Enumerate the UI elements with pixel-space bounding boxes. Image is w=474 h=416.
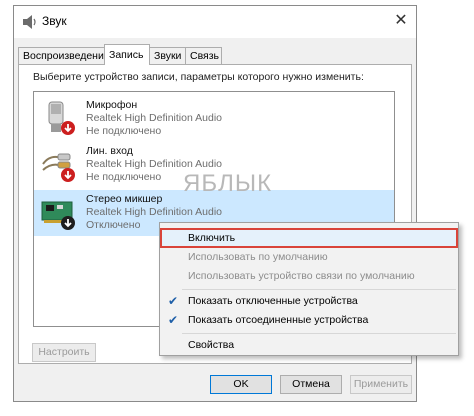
menu-item-enable[interactable]: Включить	[160, 228, 458, 248]
device-driver: Realtek High Definition Audio	[86, 112, 222, 124]
menu-item-set-default[interactable]: Использовать по умолчанию	[160, 247, 458, 267]
context-menu: Включить Использовать по умолчанию Испол…	[159, 222, 459, 356]
tab-recording[interactable]: Запись	[104, 44, 150, 65]
instruction-text: Выберите устройство записи, параметры ко…	[33, 71, 364, 83]
menu-separator	[182, 333, 456, 334]
device-status: Не подключено	[86, 125, 162, 137]
menu-separator	[182, 289, 456, 290]
device-name: Стерео микшер	[86, 193, 163, 205]
ok-button[interactable]: OK	[210, 375, 272, 394]
device-name: Микрофон	[86, 99, 138, 111]
microphone-icon	[48, 101, 75, 135]
check-icon: ✔	[168, 313, 179, 327]
line-in-icon	[42, 153, 75, 182]
menu-item-set-default-comm[interactable]: Использовать устройство связи по умолчан…	[160, 266, 458, 286]
menu-item-show-disconnected[interactable]: ✔ Показать отсоединенные устройства	[160, 310, 458, 330]
tab-communications[interactable]: Связь	[185, 47, 222, 64]
device-status: Не подключено	[86, 171, 162, 183]
speaker-icon	[23, 15, 36, 29]
menu-item-properties[interactable]: Свойства	[160, 335, 458, 355]
device-microphone[interactable]: Микрофон Realtek High Definition Audio Н…	[34, 96, 394, 142]
cancel-button[interactable]: Отмена	[280, 375, 342, 394]
configure-button[interactable]: Настроить	[32, 343, 96, 362]
tab-playback[interactable]: Воспроизведение	[18, 47, 110, 64]
watermark-logo: ЯБЛЫК	[183, 170, 273, 197]
close-button[interactable]: ✕	[386, 6, 416, 36]
title-bar: Звук ✕	[14, 6, 416, 38]
device-status: Отключено	[86, 219, 141, 231]
device-name: Лин. вход	[86, 145, 133, 157]
sound-card-icon	[41, 201, 75, 230]
device-driver: Realtek High Definition Audio	[86, 206, 222, 218]
apply-button[interactable]: Применить	[350, 375, 412, 394]
menu-item-show-disabled[interactable]: ✔ Показать отключенные устройства	[160, 291, 458, 311]
tab-sounds[interactable]: Звуки	[149, 47, 186, 64]
window-title: Звук	[42, 14, 67, 28]
device-driver: Realtek High Definition Audio	[86, 158, 222, 170]
check-icon: ✔	[168, 294, 179, 308]
